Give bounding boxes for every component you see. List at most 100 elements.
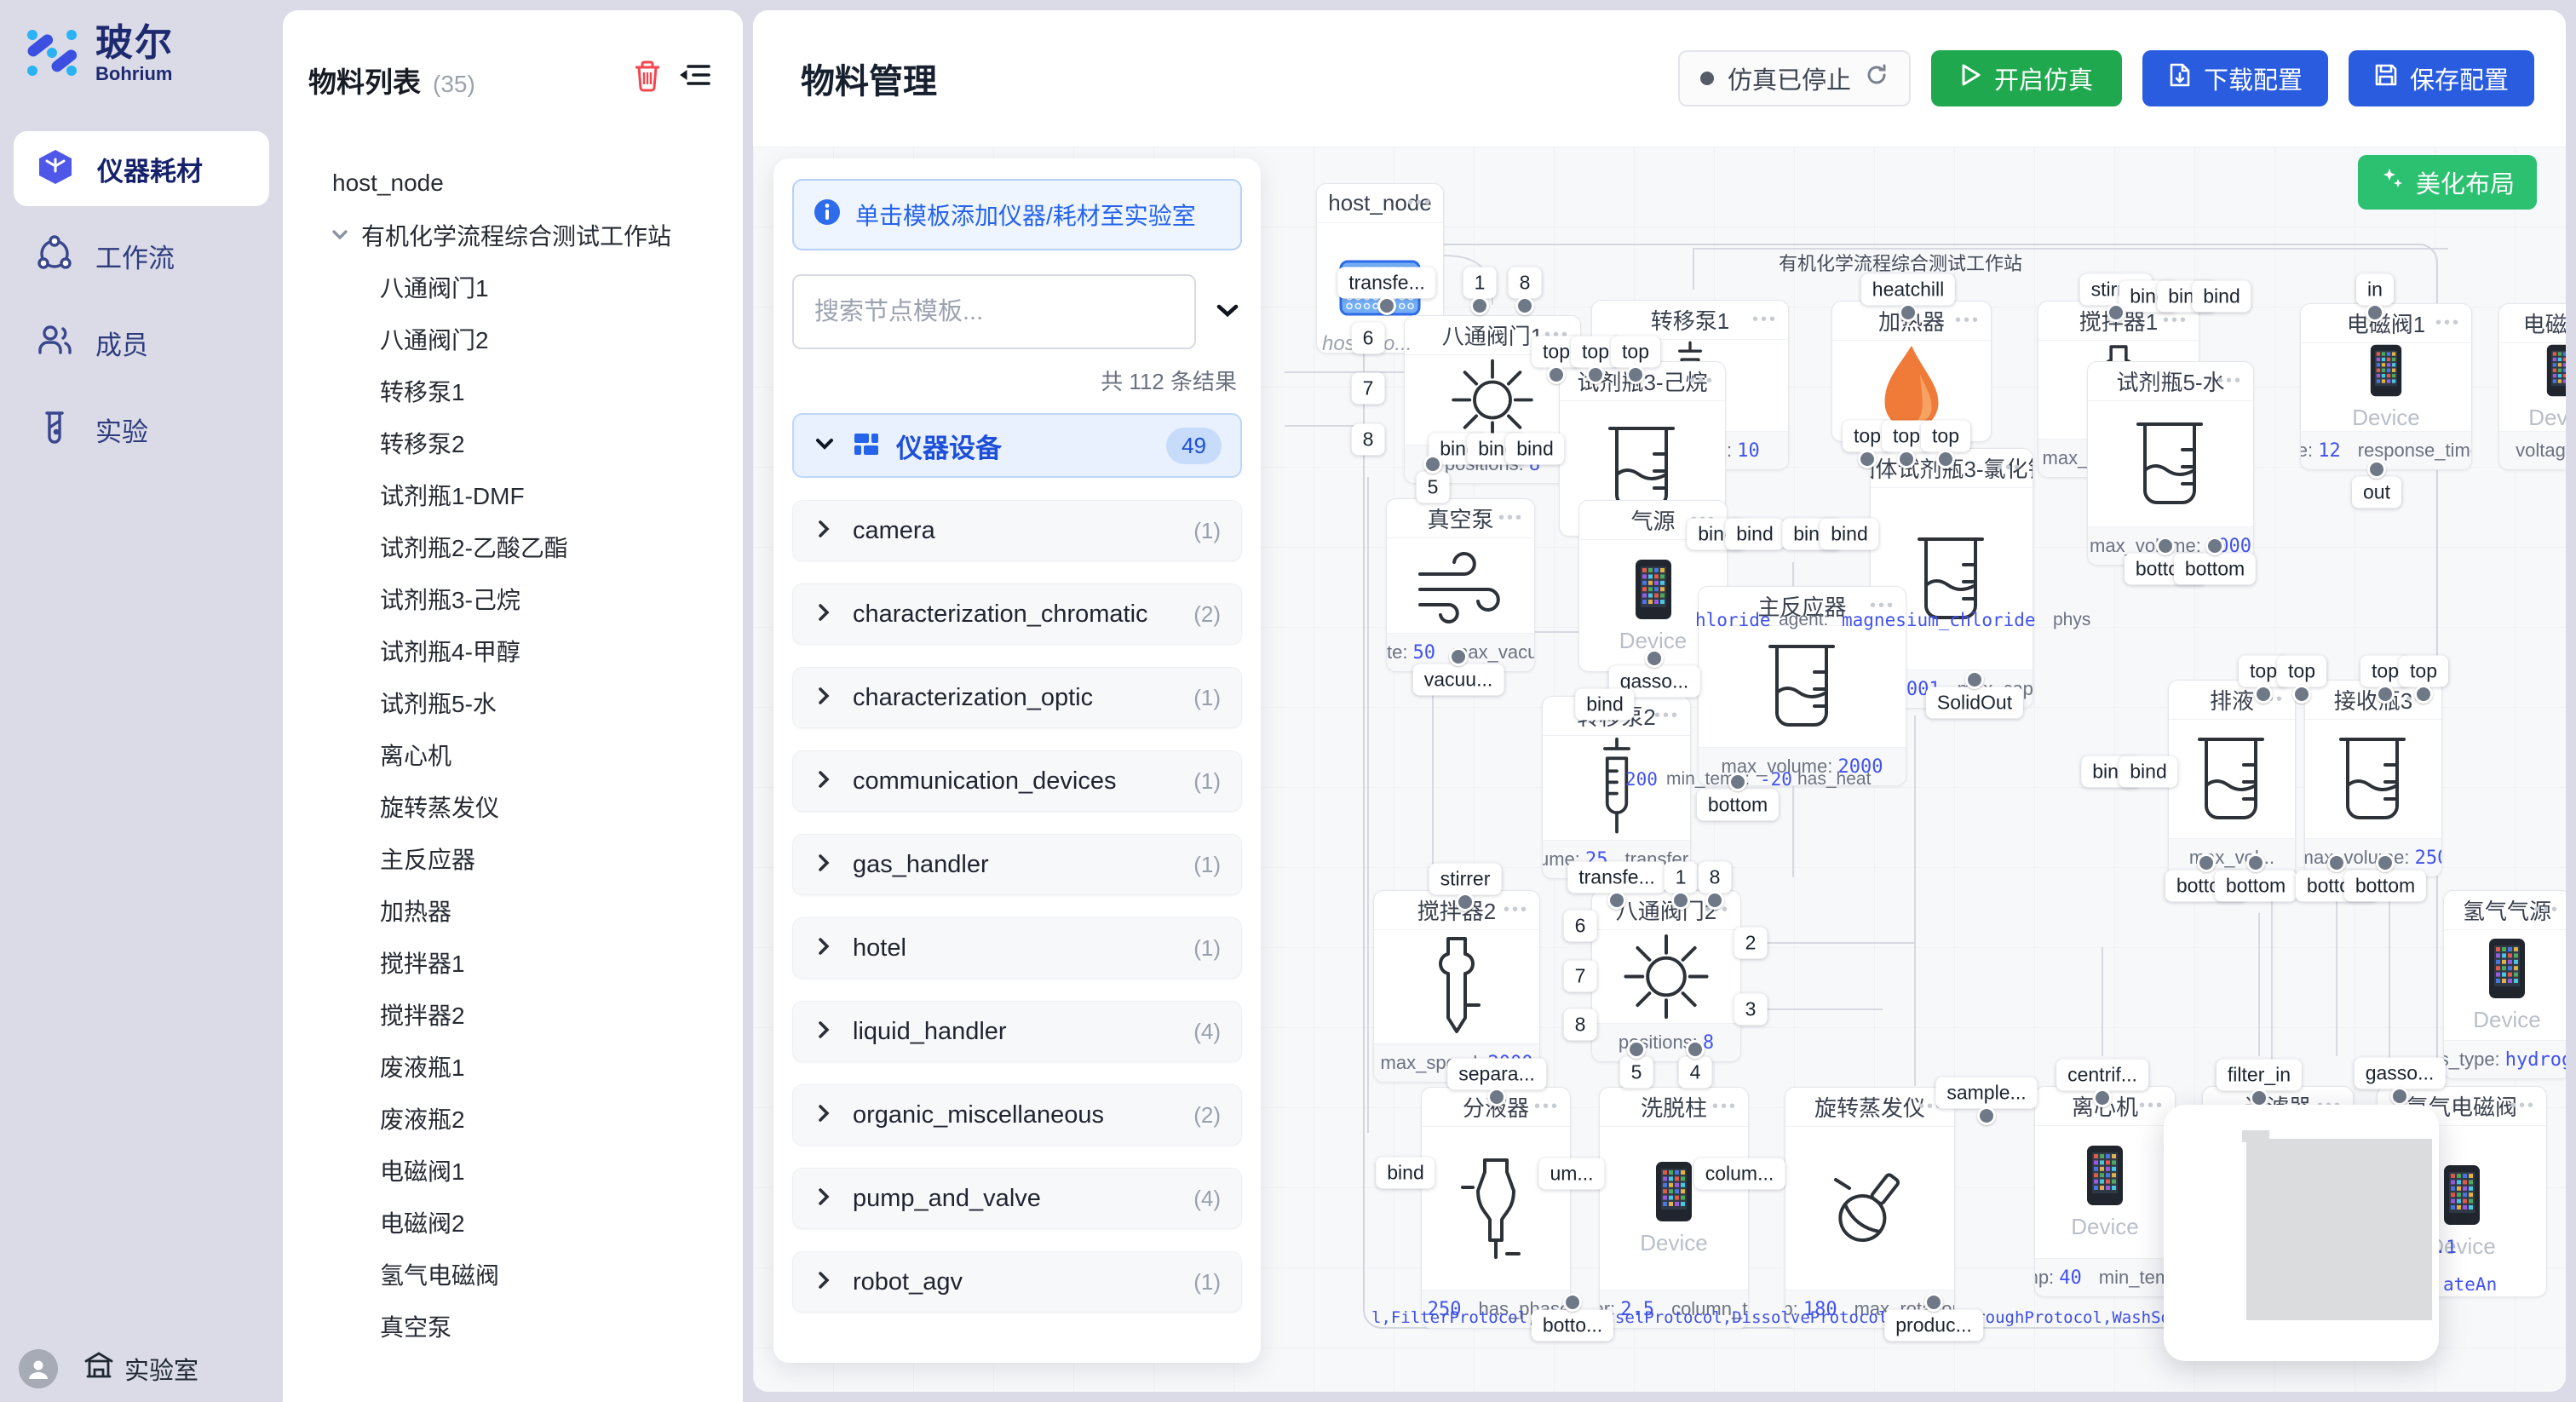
canvas-node[interactable]: 离心机•••Devicetemp: 40min_temp: 4 [2034,1086,2176,1297]
tree-item[interactable]: 废液瓶2 [283,1092,743,1144]
delete-icon[interactable] [632,60,663,96]
more-icon[interactable]: ••• [2534,900,2560,920]
port-dot[interactable] [1423,455,1442,474]
port-dot[interactable] [1705,891,1724,910]
port-dot[interactable] [2367,460,2386,479]
tree-item[interactable]: 八通阀门1 [283,261,743,313]
more-icon[interactable]: ••• [2217,371,2243,391]
port-dot[interactable] [1563,1293,1582,1312]
tree-item[interactable]: 电磁阀1 [283,1144,743,1196]
port-dot[interactable] [2107,303,2125,322]
port-dot[interactable] [2156,537,2175,555]
port-dot[interactable] [2093,1089,2112,1107]
port-dot[interactable] [1728,773,1747,791]
chevron-down-icon[interactable] [329,224,351,246]
more-icon[interactable]: ••• [1654,706,1680,726]
sidebar-item-members[interactable]: 成员 [14,305,269,380]
canvas-node[interactable]: 排液•••max_vol... [2168,680,2296,877]
more-icon[interactable]: ••• [1534,1097,1560,1117]
node-preview-popup[interactable] [2164,1105,2439,1361]
tree-item[interactable]: host_node [283,157,743,209]
port-dot[interactable] [1487,1088,1506,1106]
port-dot[interactable] [2376,853,2395,872]
canvas-node[interactable]: 旋转蒸发仪•••temp: 180max_rotation_... [1785,1087,1955,1329]
tree-item[interactable]: 电磁阀2 [283,1196,743,1248]
port-dot[interactable] [1977,1106,1996,1125]
port-dot[interactable] [1645,649,1664,668]
tree-item[interactable]: 试剂瓶4-甲醇 [283,624,743,676]
more-icon[interactable]: ••• [2139,1096,2165,1116]
canvas-node[interactable]: 接收瓶3•••max_volume: 250 [2304,680,2442,877]
collapse-list-icon[interactable] [678,61,712,96]
port-dot[interactable] [2390,1087,2409,1106]
port-dot[interactable] [2414,685,2433,704]
search-template-input[interactable] [792,274,1196,349]
canvas-node[interactable]: 试剂瓶5-水•••max_volume: 1000 [2087,361,2254,566]
tree-item[interactable]: 真空泵 [283,1300,743,1352]
tree-item[interactable]: 氢气电磁阀 [283,1248,743,1300]
port-dot[interactable] [1671,891,1690,910]
canvas-node[interactable]: 氢气气源•••Devicegas_type: hydrogen [2443,890,2566,1079]
more-icon[interactable]: ••• [1955,311,1981,330]
category-row-characterization_chromatic[interactable]: characterization_chromatic(2) [792,583,1242,645]
category-row-liquid_handler[interactable]: liquid_handler(4) [792,1001,1242,1062]
canvas-node[interactable]: 电磁阀1•••Devicevoltage: 12response_time: 0… [2300,303,2472,470]
simulation-status-pill[interactable]: 仿真已停止 [1678,50,1911,106]
port-dot[interactable] [1456,893,1475,911]
canvas-node[interactable]: 洗脱柱•••Devicediameter: 2.5column_type: si [1599,1087,1749,1329]
port-dot[interactable] [1586,365,1605,384]
port-dot[interactable] [1449,647,1468,666]
canvas-node[interactable]: 分液器•••volume: 250has_phases: true [1421,1087,1571,1329]
category-row-characterization_optic[interactable]: characterization_optic(1) [792,667,1242,728]
port-dot[interactable] [1515,296,1534,315]
tree-item[interactable]: 搅拌器1 [283,936,743,988]
category-row-hotel[interactable]: hotel(1) [792,917,1242,979]
tree-item[interactable]: 试剂瓶2-乙酸乙酯 [283,520,743,572]
category-row-gas_handler[interactable]: gas_handler(1) [792,834,1242,895]
tree-item[interactable]: 有机化学流程综合测试工作站 [283,209,743,261]
port-dot[interactable] [1858,450,1877,468]
canvas-node[interactable]: 真空泵•••pump_rate: 50max_vacuum: 0.1 [1386,498,1535,672]
port-dot[interactable] [1936,450,1955,468]
canvas-node[interactable]: 搅拌器2•••max_speed: 2000 [1373,890,1540,1083]
tree-item[interactable]: 废液瓶1 [283,1040,743,1092]
tree-item[interactable]: 试剂瓶5-水 [283,676,743,728]
port-dot[interactable] [1897,450,1916,468]
tree-item[interactable]: 试剂瓶3-己烷 [283,572,743,624]
tree-item[interactable]: 搅拌器2 [283,988,743,1040]
tree-item[interactable]: 八通阀门2 [283,313,743,365]
port-dot[interactable] [2246,853,2265,872]
tree-item[interactable]: 主反应器 [283,832,743,884]
sidebar-item-workflow[interactable]: 工作流 [14,218,269,293]
tree-item[interactable]: 转移泵1 [283,365,743,417]
more-icon[interactable]: ••• [1504,900,1529,920]
port-dot[interactable] [1607,891,1626,910]
port-dot[interactable] [2197,853,2216,872]
start-simulation-button[interactable]: 开启仿真 [1931,50,2122,106]
tree-item[interactable]: 离心机 [283,728,743,780]
category-row-organic_miscellaneous[interactable]: organic_miscellaneous(2) [792,1084,1242,1146]
port-dot[interactable] [1626,365,1645,384]
port-dot[interactable] [2376,685,2395,704]
more-icon[interactable]: ••• [2163,311,2188,330]
port-dot[interactable] [2254,685,2273,704]
more-icon[interactable]: ••• [1407,193,1433,213]
canvas-node[interactable]: 电磁阀2•••Devicevoltage: 12 [2498,303,2566,470]
canvas-node[interactable]: 八通阀门2•••positions: 8 [1591,890,1741,1062]
port-dot[interactable] [1470,296,1489,315]
port-dot[interactable] [1377,296,1396,315]
port-dot[interactable] [2327,853,2346,872]
port-dot[interactable] [1547,365,1566,384]
more-icon[interactable]: ••• [2510,1096,2536,1116]
beautify-layout-button[interactable]: 美化布局 [2358,155,2537,210]
lab-switcher[interactable]: 实验室 [83,1350,198,1388]
more-icon[interactable]: ••• [1997,458,2022,478]
more-icon[interactable]: ••• [1689,371,1715,391]
sidebar-item-instruments[interactable]: 仪器耗材 [14,131,269,206]
port-dot[interactable] [2205,537,2224,555]
port-dot[interactable] [1899,303,1918,322]
flow-canvas[interactable]: 有机化学流程综合测试工作站 l,FilterProtocol,CleanVess… [753,147,2566,1392]
download-config-button[interactable]: 下载配置 [2142,50,2328,106]
category-row-camera[interactable]: camera(1) [792,500,1242,561]
more-icon[interactable]: ••• [1498,509,1524,528]
